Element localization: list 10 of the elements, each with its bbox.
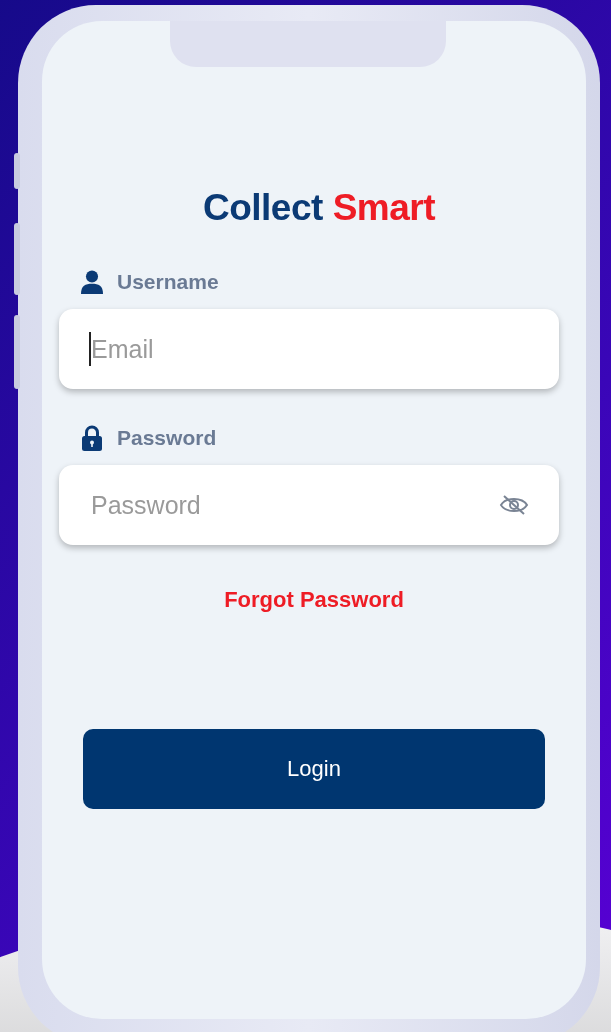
app-title: Collect Smart: [203, 187, 435, 229]
login-button[interactable]: Login: [83, 729, 545, 809]
field-label: Password: [117, 426, 217, 450]
field-label: Username: [117, 270, 219, 294]
user-icon: [81, 269, 103, 295]
lock-icon: [81, 425, 103, 451]
input-field[interactable]: Password: [59, 465, 559, 545]
eye-slash-icon[interactable]: [499, 494, 529, 516]
forgot-password-link[interactable]: Forgot Password: [224, 587, 404, 613]
input-field[interactable]: Email: [59, 309, 559, 389]
